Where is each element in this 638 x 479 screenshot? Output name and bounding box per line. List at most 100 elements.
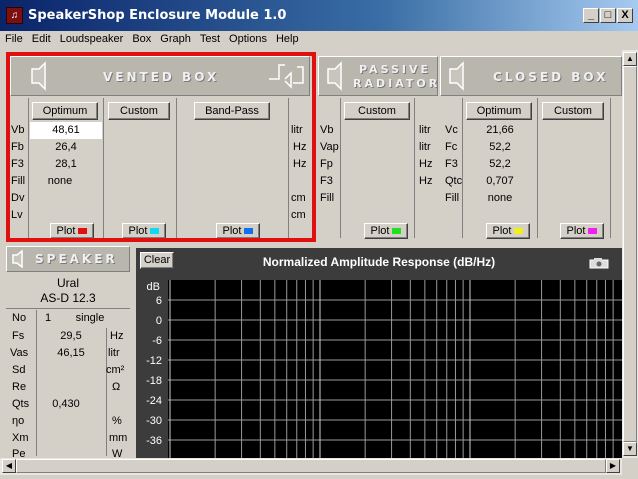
closed-optimum-button[interactable]: Optimum — [466, 102, 532, 120]
passive-row-label: Fill — [320, 192, 335, 204]
speaker-title: SPEAKER — [35, 252, 118, 266]
window-title: SpeakerShop Enclosure Module 1.0 — [28, 8, 287, 23]
passive-title-2: RADIATOR — [353, 77, 441, 90]
closed-qtc-field[interactable]: 0,707 — [464, 173, 536, 190]
passive-title-1: PASSIVE — [359, 63, 432, 76]
passive-radiator-panel: PASSIVE RADIATOR Custom Vb litr Vap litr… — [318, 54, 438, 240]
y-tick-label: 0 — [156, 315, 162, 327]
speaker-model[interactable]: AS-D 12.3 — [6, 291, 130, 306]
horizontal-scrollbar[interactable]: ◀ ▶ — [0, 458, 622, 475]
menu-loudspeaker[interactable]: Loudspeaker — [55, 31, 128, 45]
closed-box-title: CLOSED BOX — [493, 70, 609, 84]
scroll-up-arrow[interactable]: ▲ — [623, 52, 637, 66]
divider — [36, 310, 37, 456]
speaker-param-label: Re — [12, 381, 27, 393]
response-chart: Clear Normalized Amplitude Response (dB/… — [136, 248, 622, 458]
maximize-button[interactable]: □ — [600, 8, 616, 23]
closed-plot-button-custom[interactable]: Plot — [560, 223, 604, 239]
speaker-unit: % — [112, 415, 122, 427]
y-tick-label: -12 — [146, 355, 162, 367]
speaker-param-label: Qts — [12, 398, 30, 410]
passive-row-label: Vb — [320, 124, 334, 136]
passive-row-label: Fp — [320, 158, 333, 170]
y-tick-label: -18 — [146, 375, 162, 387]
divider — [462, 98, 463, 238]
menu-graph[interactable]: Graph — [155, 31, 195, 45]
scroll-thumb[interactable] — [623, 66, 637, 442]
closed-row-label: Qtc — [445, 175, 463, 187]
passive-unit: Hz — [419, 158, 433, 170]
color-swatch — [392, 228, 402, 235]
divider — [6, 308, 130, 309]
menu-options[interactable]: Options — [224, 31, 271, 45]
y-tick-label: -30 — [146, 415, 162, 427]
speaker-param-label: Sd — [12, 364, 26, 376]
plot-label: Plot — [370, 225, 390, 237]
closed-vc-field[interactable]: 21,66 — [464, 122, 536, 139]
speaker-unit: litr — [108, 347, 120, 359]
scroll-down-arrow[interactable]: ▼ — [623, 442, 637, 456]
title-bar: ♫ SpeakerShop Enclosure Module 1.0 _ □ X — [0, 0, 638, 31]
speaker-left-icon — [327, 61, 342, 91]
speaker-left-icon — [12, 249, 23, 269]
speaker-mode[interactable]: single — [62, 310, 118, 327]
plot-label: Plot — [566, 225, 586, 237]
passive-row-label: F3 — [320, 175, 333, 187]
speaker-unit: cm² — [106, 364, 125, 376]
speaker-param-label: Xm — [12, 432, 29, 444]
scroll-right-arrow[interactable]: ▶ — [606, 459, 620, 473]
speaker-brand[interactable]: Ural — [6, 276, 130, 291]
menu-edit[interactable]: Edit — [27, 31, 55, 45]
passive-custom-button[interactable]: Custom — [344, 102, 410, 120]
speaker-unit: Hz — [110, 330, 124, 342]
minimize-button[interactable]: _ — [583, 8, 599, 23]
closed-plot-button-optimum[interactable]: Plot — [486, 223, 530, 239]
speaker-unit: Ω — [112, 381, 121, 393]
menu-bar: File Edit Loudspeaker Box Graph Test Options He… — [0, 31, 638, 50]
selection-highlight — [6, 52, 316, 242]
passive-unit: Hz — [419, 175, 433, 187]
closed-box-panel: CLOSED BOX Optimum Custom Vc 21,66 Fc 52… — [440, 54, 622, 240]
passive-row-label: Vap — [320, 141, 339, 153]
plot-label: Plot — [492, 225, 512, 237]
divider — [106, 328, 107, 456]
closed-row-label: F3 — [445, 158, 458, 170]
speaker-unit: mm — [109, 432, 128, 444]
passive-plot-button[interactable]: Plot — [364, 223, 408, 239]
speaker-fs-field[interactable]: 29,5 — [38, 328, 104, 345]
y-tick-label: 6 — [156, 295, 162, 307]
closed-row-label: Fc — [445, 141, 458, 153]
closed-custom-button[interactable]: Custom — [542, 102, 604, 120]
scroll-left-arrow[interactable]: ◀ — [2, 459, 16, 473]
closed-f3-field[interactable]: 52,2 — [464, 156, 536, 173]
speaker-vas-field[interactable]: 46,15 — [38, 345, 104, 362]
divider — [340, 98, 341, 238]
menu-file[interactable]: File — [0, 31, 27, 45]
closed-fill-field[interactable]: none — [464, 190, 536, 207]
close-button[interactable]: X — [617, 8, 633, 23]
divider — [414, 98, 415, 238]
speaker-header: SPEAKER — [6, 246, 130, 272]
vertical-scrollbar[interactable]: ▲ ▼ — [622, 50, 638, 458]
passive-unit: litr — [419, 141, 431, 153]
app-icon[interactable]: ♫ — [6, 7, 23, 24]
speaker-no-value[interactable]: 1 — [40, 310, 56, 327]
color-swatch — [514, 228, 524, 235]
menu-help[interactable]: Help — [271, 31, 303, 45]
passive-radiator-header: PASSIVE RADIATOR — [318, 56, 438, 96]
y-tick-label: -36 — [146, 435, 162, 447]
divider — [610, 98, 611, 238]
speaker-param-label: Vas — [10, 347, 29, 359]
closed-fc-field[interactable]: 52,2 — [464, 139, 536, 156]
scroll-thumb-h[interactable] — [16, 459, 606, 473]
y-tick-label: -6 — [152, 335, 162, 347]
divider — [537, 98, 538, 238]
speaker-param-label: ηo — [12, 415, 25, 427]
menu-box[interactable]: Box — [127, 31, 155, 45]
closed-row-label: Vc — [445, 124, 458, 136]
speaker-qts-field[interactable]: 0,430 — [38, 396, 94, 413]
menu-test[interactable]: Test — [195, 31, 224, 45]
closed-box-header: CLOSED BOX — [440, 56, 622, 96]
speaker-left-icon — [449, 61, 464, 91]
chart-plot-area[interactable]: 6 0 -6 -12 -18 -24 -30 -36 — [136, 248, 622, 458]
